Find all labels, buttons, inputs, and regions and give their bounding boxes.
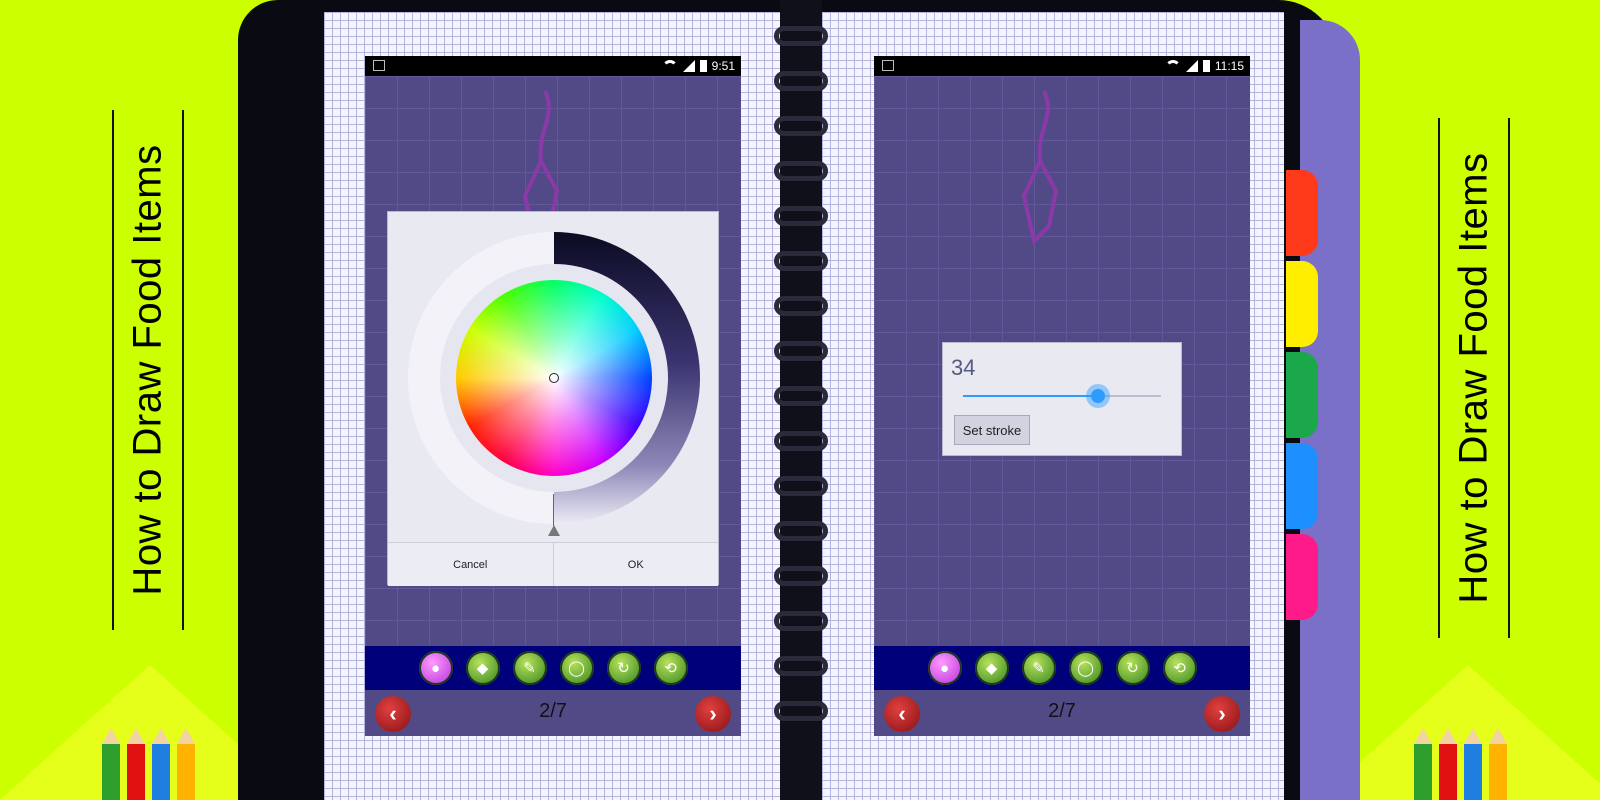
binder-ring	[774, 386, 828, 406]
cancel-button[interactable]: Cancel	[388, 543, 553, 586]
page-nav: ‹ 2/7 ›	[365, 690, 741, 736]
binder-ring	[774, 701, 828, 721]
page-indicator: 2/7	[1048, 700, 1076, 722]
color-picker-dialog: Cancel OK	[387, 211, 719, 586]
stroke-value: 34	[951, 355, 976, 380]
next-page-button[interactable]: ›	[1204, 696, 1240, 732]
stroke-slider-fill	[963, 395, 1098, 397]
set-stroke-button[interactable]: Set stroke	[954, 415, 1030, 445]
brightness-pointer-icon[interactable]	[548, 525, 560, 536]
color-tab	[1286, 261, 1318, 347]
side-banner-left: How to Draw Food Items	[112, 110, 184, 630]
binder-ring	[774, 206, 828, 226]
page-indicator: 2/7	[539, 700, 567, 722]
binder-ring	[774, 116, 828, 136]
pencil-icon	[127, 728, 145, 800]
color-palette-icon[interactable]: ●	[927, 651, 962, 685]
binder-ring	[774, 26, 828, 46]
pencils-left-icon	[102, 728, 195, 800]
phone-screen-right: 11:15 34 Set stroke ● ◆ ✎ ◯ ↻ ⟲ ‹ 2/7 ›	[874, 56, 1250, 736]
stroke-slider[interactable]	[963, 384, 1161, 408]
food-sketch	[1021, 90, 1059, 245]
stroke-slider-thumb[interactable]	[1085, 384, 1110, 408]
pencils-right-icon	[1414, 728, 1507, 800]
side-banner-title: How to Draw Food Items	[1451, 152, 1496, 604]
status-bar: 9:51	[365, 56, 741, 76]
eraser-icon[interactable]: ✎	[512, 651, 547, 685]
binder-ring	[774, 521, 828, 541]
binder-ring	[774, 566, 828, 586]
binder-ring	[774, 251, 828, 271]
binder-ring	[774, 476, 828, 496]
fill-bucket-icon[interactable]: ◆	[974, 651, 1009, 685]
binder-ring	[774, 656, 828, 676]
color-wheel-selector[interactable]	[549, 373, 559, 383]
wifi-icon	[661, 60, 678, 72]
gallery-notification-icon	[882, 60, 894, 71]
eraser-icon[interactable]: ✎	[1021, 651, 1056, 685]
brush-size-icon[interactable]: ◯	[559, 651, 594, 685]
redo-icon[interactable]: ↻	[606, 651, 641, 685]
brush-size-icon[interactable]: ◯	[1068, 651, 1103, 685]
battery-icon	[1202, 60, 1210, 72]
clear-icon[interactable]: ⟲	[1162, 651, 1197, 685]
pencil-icon	[152, 728, 170, 800]
pencil-icon	[1439, 728, 1457, 800]
wifi-icon	[1164, 60, 1181, 72]
binder-ring	[774, 341, 828, 361]
binder-ring	[774, 611, 828, 631]
side-banner-title: How to Draw Food Items	[125, 144, 170, 596]
pencil-icon	[1489, 728, 1507, 800]
ok-button[interactable]: OK	[552, 543, 718, 586]
stroke-dialog: 34 Set stroke	[942, 342, 1182, 456]
status-bar: 11:15	[874, 56, 1250, 76]
phone-screen-left: 9:51 Cancel OK ● ◆ ✎ ◯ ↻ ⟲ ‹ 2/7 ›	[365, 56, 741, 736]
pencil-icon	[102, 728, 120, 800]
pencil-icon	[1464, 728, 1482, 800]
color-tab	[1286, 170, 1318, 256]
redo-icon[interactable]: ↻	[1115, 651, 1150, 685]
signal-icon	[1185, 60, 1198, 72]
binder-ring	[774, 161, 828, 181]
side-banner-right: How to Draw Food Items	[1438, 118, 1510, 638]
binder-ring	[774, 296, 828, 316]
clear-icon[interactable]: ⟲	[653, 651, 688, 685]
fill-bucket-icon[interactable]: ◆	[465, 651, 500, 685]
tool-bar: ● ◆ ✎ ◯ ↻ ⟲	[874, 646, 1250, 690]
status-time: 9:51	[711, 59, 735, 73]
color-palette-icon[interactable]: ●	[418, 651, 453, 685]
gallery-notification-icon	[373, 60, 385, 71]
color-tab	[1286, 352, 1318, 438]
pencil-icon	[177, 728, 195, 800]
status-time: 11:15	[1214, 59, 1244, 73]
pencil-icon	[1414, 728, 1432, 800]
next-page-button[interactable]: ›	[695, 696, 731, 732]
color-tab	[1286, 534, 1318, 620]
page-nav: ‹ 2/7 ›	[874, 690, 1250, 736]
binder-ring	[774, 431, 828, 451]
battery-icon	[699, 60, 707, 72]
color-tab	[1286, 443, 1318, 529]
signal-icon	[682, 60, 695, 72]
binder-ring	[774, 71, 828, 91]
tool-bar: ● ◆ ✎ ◯ ↻ ⟲	[365, 646, 741, 690]
